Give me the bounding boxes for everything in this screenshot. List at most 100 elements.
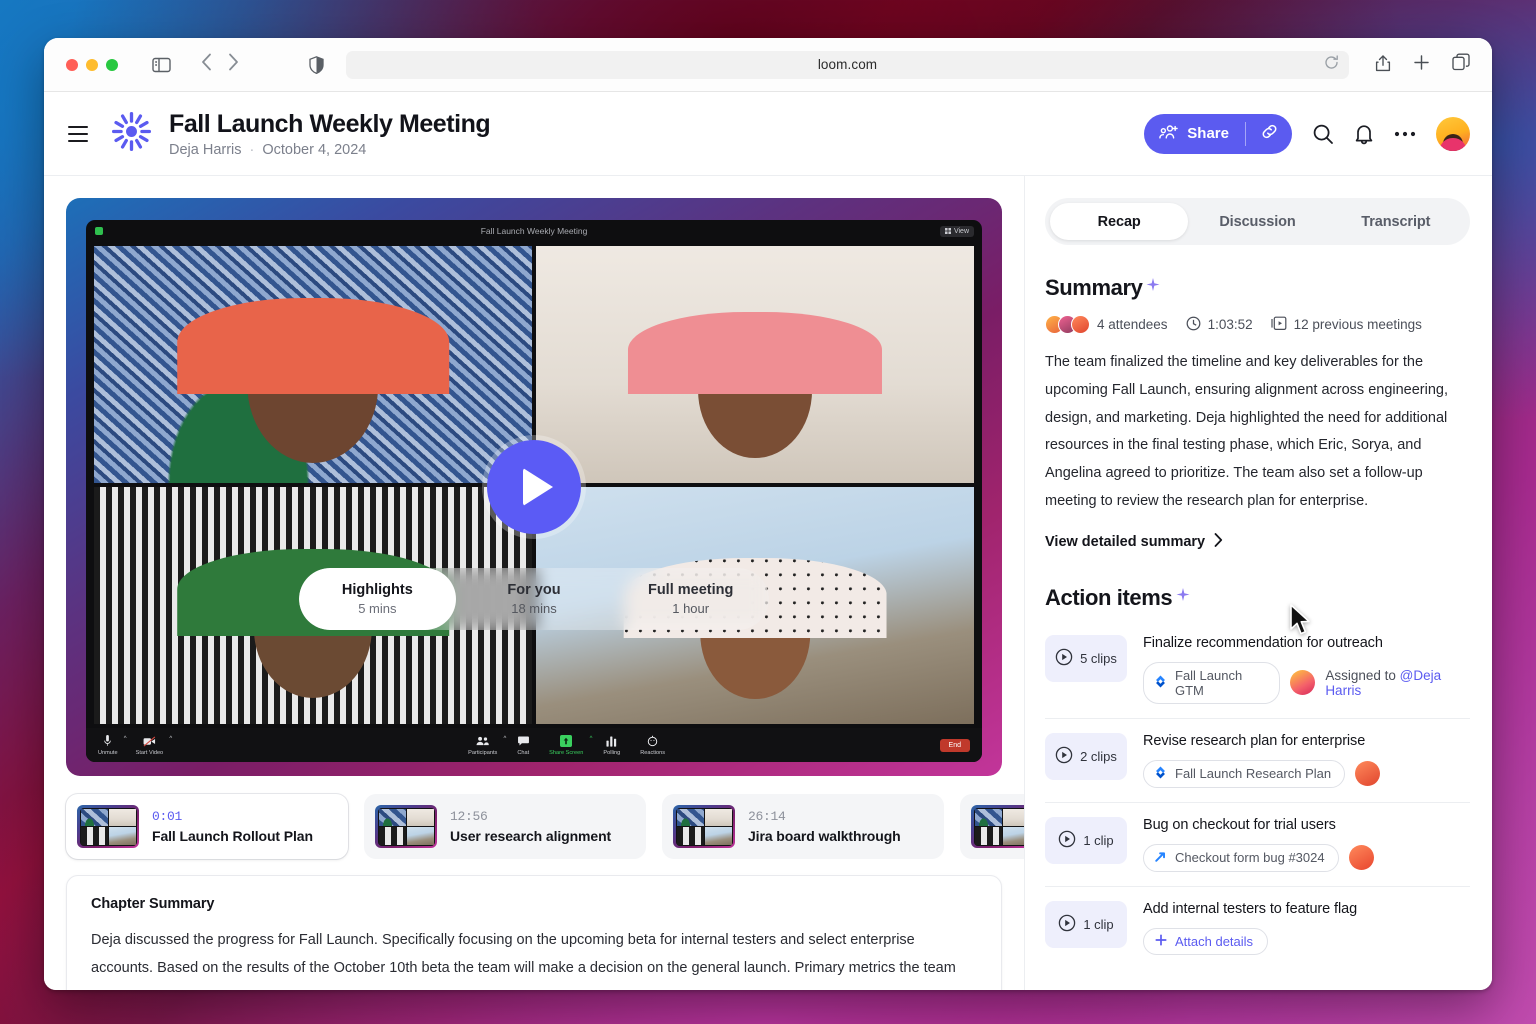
action-item-row: 5 clips Finalize recommendation for outr…: [1045, 621, 1470, 719]
view-mode-title: Highlights: [299, 582, 456, 598]
main-content: Fall Launch Weekly Meeting View: [44, 176, 1492, 990]
chapter-summary-body: Deja discussed the progress for Fall Lau…: [91, 926, 977, 990]
browser-toolbar: loom.com: [44, 38, 1492, 92]
chapter-time: 26:14: [748, 809, 901, 824]
hamburger-icon[interactable]: [68, 126, 88, 142]
shield-icon[interactable]: [309, 56, 324, 74]
loom-logo[interactable]: [112, 112, 151, 156]
action-item-tag[interactable]: Fall Launch Research Plan: [1143, 760, 1345, 788]
zoom-view-label: View: [954, 228, 969, 235]
bell-icon[interactable]: [1354, 123, 1374, 145]
close-window-button[interactable]: [66, 59, 78, 71]
start-video-button[interactable]: Start Video ^: [136, 735, 164, 756]
share-button-group[interactable]: Share: [1144, 114, 1292, 154]
participants-button[interactable]: Participants ^: [468, 735, 497, 756]
clock-icon: [1186, 316, 1201, 334]
share-screen-button[interactable]: Share Screen ^: [549, 735, 583, 756]
start-video-label: Start Video: [136, 750, 164, 756]
clips-button[interactable]: 1 clip: [1045, 901, 1127, 948]
share-icon[interactable]: [1375, 53, 1391, 77]
search-icon[interactable]: [1312, 123, 1334, 145]
chapter-thumbnail: [971, 805, 1024, 848]
action-item-tag[interactable]: Checkout form bug #3024: [1143, 844, 1339, 872]
view-mode-duration: 18 mins: [456, 601, 613, 616]
action-item-title: Add internal testers to feature flag: [1143, 901, 1470, 917]
unmute-button[interactable]: Unmute ^: [98, 735, 118, 756]
assignee-avatar[interactable]: [1349, 845, 1374, 870]
new-tab-icon[interactable]: [1413, 54, 1430, 76]
ai-sparkle-icon: [1146, 278, 1160, 294]
maximize-window-button[interactable]: [106, 59, 118, 71]
page-subtitle: Deja Harris · October 4, 2024: [169, 142, 490, 158]
zoom-titlebar: Fall Launch Weekly Meeting View: [86, 220, 982, 242]
play-circle-icon: [1055, 648, 1073, 669]
chapter-item[interactable]: 26:14 Jira board walkthrough: [662, 794, 944, 859]
polling-icon: [606, 735, 617, 748]
clips-button[interactable]: 5 clips: [1045, 635, 1127, 682]
copy-link-button[interactable]: [1246, 114, 1292, 154]
microphone-icon: [104, 735, 111, 748]
summary-heading: Summary: [1045, 275, 1142, 301]
end-meeting-button[interactable]: End: [940, 739, 970, 752]
chapter-name: User research alignment: [450, 828, 611, 844]
address-bar[interactable]: loom.com: [346, 51, 1349, 79]
reactions-button[interactable]: Reactions: [640, 735, 665, 756]
share-button[interactable]: Share: [1144, 114, 1245, 154]
view-mode-for-you[interactable]: For you 18 mins: [456, 568, 613, 630]
author-name: Deja Harris: [169, 142, 242, 158]
back-icon[interactable]: [201, 53, 212, 76]
play-button[interactable]: [487, 440, 581, 534]
assignment-text: Assigned to @Deja Harris: [1325, 668, 1470, 698]
view-mode-full-meeting[interactable]: Full meeting 1 hour: [612, 568, 769, 630]
avatar: [1071, 315, 1090, 334]
summary-meta: 4 attendees 1:03:52 12 previous meetings: [1045, 315, 1470, 334]
play-circle-icon: [1058, 914, 1076, 935]
avatar[interactable]: [1436, 117, 1470, 151]
participant-tile: [94, 246, 532, 483]
duration-value: 1:03:52: [1208, 317, 1253, 332]
reload-icon[interactable]: [1324, 55, 1339, 75]
tab-recap[interactable]: Recap: [1050, 203, 1188, 240]
chat-button[interactable]: Chat: [517, 735, 529, 756]
clips-button[interactable]: 2 clips: [1045, 733, 1127, 780]
more-icon[interactable]: [1394, 130, 1416, 138]
chapter-time: 0:01: [152, 809, 313, 824]
chapter-item[interactable]: 12:56 User research alignment: [364, 794, 646, 859]
summary-body: The team finalized the timeline and key …: [1045, 349, 1470, 516]
sidebar-icon[interactable]: [152, 57, 171, 73]
chevron-up-icon[interactable]: ^: [590, 736, 593, 742]
view-mode-selector[interactable]: Highlights 5 mins For you 18 mins Full m…: [299, 568, 769, 630]
action-items-heading: Action items: [1045, 585, 1172, 611]
tab-overview-icon[interactable]: [1452, 53, 1470, 76]
clips-count: 2 clips: [1080, 749, 1117, 764]
minimize-window-button[interactable]: [86, 59, 98, 71]
chevron-up-icon[interactable]: ^: [124, 736, 127, 742]
chapter-summary-card: Chapter Summary Deja discussed the progr…: [66, 875, 1002, 990]
attach-details-button[interactable]: Attach details: [1143, 928, 1268, 955]
participants-label: Participants: [468, 750, 497, 756]
view-mode-title: Full meeting: [612, 582, 769, 598]
window-controls[interactable]: [60, 59, 118, 71]
chevron-up-icon[interactable]: ^: [504, 736, 507, 742]
zoom-controls-bar: Unmute ^ Start Video ^: [86, 728, 982, 762]
video-column: Fall Launch Weekly Meeting View: [44, 176, 1024, 990]
chapter-item[interactable]: 0:01 Fall Launch Rollout Plan: [66, 794, 348, 859]
tab-transcript[interactable]: Transcript: [1327, 203, 1465, 240]
forward-icon[interactable]: [228, 53, 239, 76]
chapter-summary-heading: Chapter Summary: [91, 896, 977, 912]
chapter-item[interactable]: [960, 794, 1024, 859]
chevron-up-icon[interactable]: ^: [169, 736, 172, 742]
polling-button[interactable]: Polling: [603, 735, 620, 756]
assignee-avatar[interactable]: [1355, 761, 1380, 786]
view-detailed-summary-link[interactable]: View detailed summary: [1045, 533, 1470, 551]
view-mode-highlights[interactable]: Highlights 5 mins: [299, 568, 456, 630]
action-item-tag[interactable]: Fall Launch GTM: [1143, 662, 1280, 704]
tab-discussion[interactable]: Discussion: [1188, 203, 1326, 240]
assignee-avatar[interactable]: [1290, 670, 1315, 695]
zoom-view-button[interactable]: View: [940, 226, 974, 237]
video-player[interactable]: Fall Launch Weekly Meeting View: [66, 198, 1002, 776]
clips-button[interactable]: 1 clip: [1045, 817, 1127, 864]
clips-count: 1 clip: [1083, 833, 1113, 848]
play-triangle-icon: [523, 468, 553, 506]
chapter-time: 12:56: [450, 809, 611, 824]
